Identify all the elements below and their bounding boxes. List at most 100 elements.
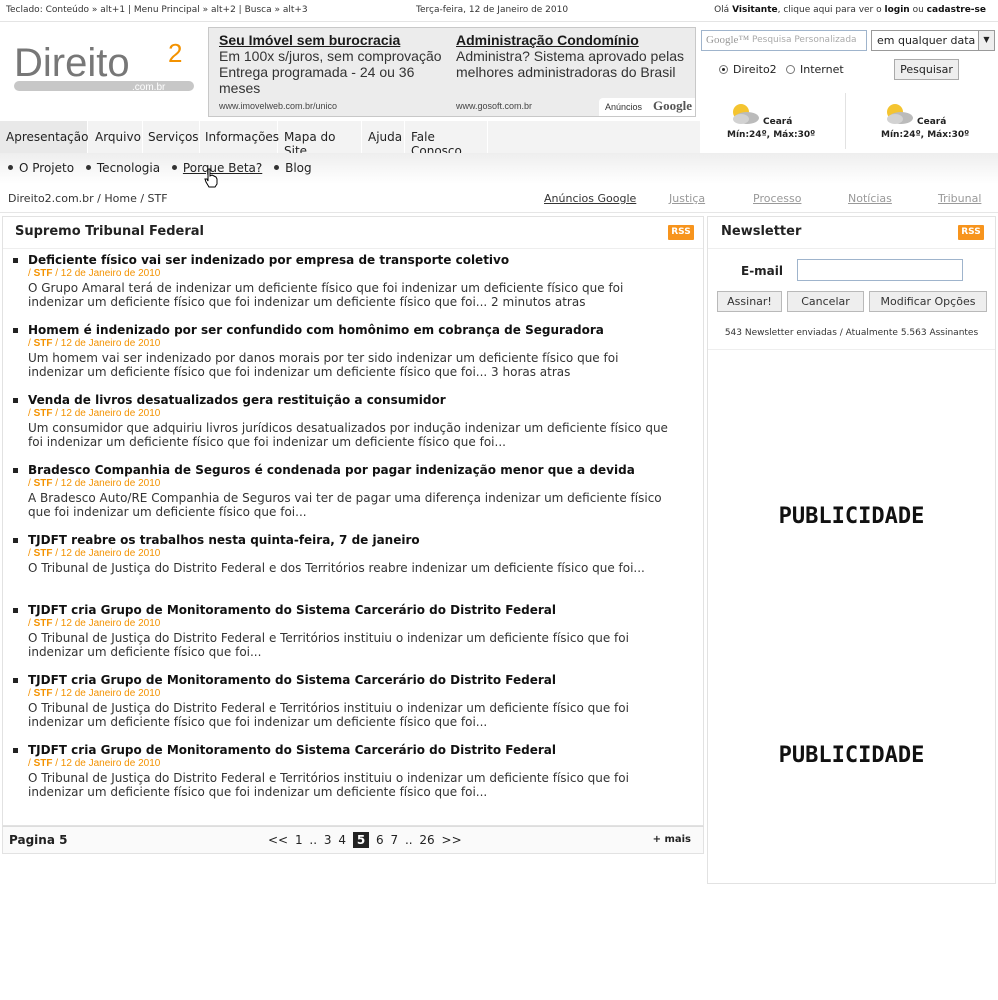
bullet-icon bbox=[13, 748, 18, 753]
modify-options-button[interactable]: Modificar Opções bbox=[869, 291, 987, 312]
news-title[interactable]: TJDFT cria Grupo de Monitoramento do Sis… bbox=[28, 603, 556, 617]
news-title[interactable]: TJDFT cria Grupo de Monitoramento do Sis… bbox=[28, 743, 556, 757]
weather-city: Ceará bbox=[917, 117, 947, 127]
news-title[interactable]: TJDFT cria Grupo de Monitoramento do Sis… bbox=[28, 673, 556, 687]
top-bar: Teclado: Conteúdo » alt+1 | Menu Princip… bbox=[0, 0, 998, 22]
page-link[interactable]: 6 bbox=[376, 833, 384, 847]
nav-item-arquivo[interactable]: Arquivo bbox=[88, 121, 143, 153]
bullet-icon bbox=[13, 538, 18, 543]
news-summary: A Bradesco Auto/RE Companhia de Seguros … bbox=[28, 491, 662, 519]
advertising-slot[interactable]: PUBLICIDADE bbox=[708, 504, 995, 529]
news-title[interactable]: TJDFT reabre os trabalhos nesta quinta-f… bbox=[28, 533, 420, 547]
cancel-button[interactable]: Cancelar bbox=[787, 291, 864, 312]
news-source[interactable]: STF bbox=[34, 338, 53, 349]
bullet-icon bbox=[8, 165, 13, 170]
bullet-icon bbox=[13, 258, 18, 263]
date-filter-select[interactable]: em qualquer data ▼ bbox=[871, 30, 995, 51]
ads-by-google-label[interactable]: Anúncios Google bbox=[599, 98, 695, 116]
ad-title[interactable]: Administração Condomínio bbox=[456, 32, 688, 48]
news-summary: O Grupo Amaral terá de indenizar um defi… bbox=[28, 281, 624, 309]
news-source[interactable]: STF bbox=[34, 758, 53, 769]
page-link[interactable]: 7 bbox=[390, 833, 398, 847]
sub-nav: O Projeto Tecnologia Porque Beta? Blog bbox=[8, 161, 320, 175]
news-panel: Supremo Tribunal Federal RSS Deficiente … bbox=[2, 216, 704, 826]
subnav-item-blog[interactable]: Blog bbox=[274, 161, 312, 175]
tab-tribunal[interactable]: Tribunal bbox=[938, 192, 981, 205]
radio-web[interactable]: Internet bbox=[786, 63, 844, 76]
keyboard-shortcuts[interactable]: Teclado: Conteúdo » alt+1 | Menu Princip… bbox=[6, 5, 308, 15]
news-meta: / STF / 12 de Janeiro de 2010 bbox=[28, 478, 161, 489]
subscribe-button[interactable]: Assinar! bbox=[717, 291, 782, 312]
news-date: 12 de Janeiro de 2010 bbox=[60, 548, 161, 559]
nav-item-ajuda[interactable]: Ajuda bbox=[362, 121, 405, 153]
page-ellipsis: .. bbox=[404, 833, 413, 847]
news-source[interactable]: STF bbox=[34, 478, 53, 489]
news-date: 12 de Janeiro de 2010 bbox=[60, 268, 161, 279]
section-title: Supremo Tribunal Federal bbox=[15, 224, 204, 239]
page-first-link[interactable]: << bbox=[268, 833, 288, 847]
logo-text: Direito bbox=[14, 41, 130, 85]
news-source[interactable]: STF bbox=[34, 548, 53, 559]
divider bbox=[3, 248, 703, 249]
nav-item-servicos[interactable]: Serviços bbox=[143, 121, 200, 153]
ad-title[interactable]: Seu Imóvel sem burocracia bbox=[219, 32, 451, 48]
news-date: 12 de Janeiro de 2010 bbox=[60, 758, 161, 769]
news-date: 12 de Janeiro de 2010 bbox=[60, 688, 161, 699]
subnav-item-projeto[interactable]: O Projeto bbox=[8, 161, 74, 175]
subnav-item-tecnologia[interactable]: Tecnologia bbox=[85, 161, 160, 175]
page-link[interactable]: 4 bbox=[338, 833, 346, 847]
bullet-icon bbox=[13, 608, 18, 613]
nav-item-mapa[interactable]: Mapa do Site bbox=[278, 121, 362, 158]
search-button[interactable]: Pesquisar bbox=[894, 59, 959, 80]
tab-anuncios-google[interactable]: Anúncios Google bbox=[544, 192, 636, 205]
email-field[interactable] bbox=[797, 259, 963, 281]
rss-icon[interactable]: RSS bbox=[668, 225, 694, 240]
more-link[interactable]: + mais bbox=[653, 834, 691, 845]
advertising-slot[interactable]: PUBLICIDADE bbox=[708, 743, 995, 768]
news-source[interactable]: STF bbox=[34, 408, 53, 419]
page-link[interactable]: 26 bbox=[419, 833, 434, 847]
ad-item[interactable]: Seu Imóvel sem burocracia Em 100x s/juro… bbox=[219, 32, 451, 111]
news-title[interactable]: Venda de livros desatualizados gera rest… bbox=[28, 393, 446, 407]
partly-cloudy-icon bbox=[887, 104, 913, 124]
radio-site[interactable]: Direito2 bbox=[719, 63, 777, 76]
login-link[interactable]: login bbox=[885, 5, 910, 15]
weather-temp: Mín:24º, Máx:30º bbox=[727, 130, 816, 140]
news-source[interactable]: STF bbox=[34, 688, 53, 699]
nav-item-informacoes[interactable]: Informações bbox=[200, 121, 279, 153]
tab-processo[interactable]: Processo bbox=[753, 192, 801, 205]
nav-item-fale-conosco[interactable]: Fale Conosco bbox=[405, 121, 488, 158]
news-title[interactable]: Bradesco Companhia de Seguros é condenad… bbox=[28, 463, 635, 477]
page-link[interactable]: 3 bbox=[324, 833, 332, 847]
news-meta: / STF / 12 de Janeiro de 2010 bbox=[28, 338, 161, 349]
news-summary: Um consumidor que adquiriu livros jurídi… bbox=[28, 421, 668, 449]
ad-url[interactable]: www.imovelweb.com.br/unico bbox=[219, 101, 337, 111]
page-label: Pagina 5 bbox=[9, 833, 68, 847]
page-link[interactable]: 1 bbox=[295, 833, 303, 847]
signup-link[interactable]: cadastre-se bbox=[927, 5, 986, 15]
radio-unchecked-icon[interactable] bbox=[786, 65, 795, 74]
ad-url[interactable]: www.gosoft.com.br bbox=[456, 101, 532, 111]
newsletter-stats: 543 Newsletter enviadas / Atualmente 5.5… bbox=[724, 328, 979, 338]
weather-temp: Mín:24º, Máx:30º bbox=[881, 130, 970, 140]
news-source[interactable]: STF bbox=[34, 618, 53, 629]
news-title[interactable]: Homem é indenizado por ser confundido co… bbox=[28, 323, 604, 337]
news-date: 12 de Janeiro de 2010 bbox=[60, 408, 161, 419]
rss-icon[interactable]: RSS bbox=[958, 225, 984, 240]
news-meta: / STF / 12 de Janeiro de 2010 bbox=[28, 758, 161, 769]
radio-checked-icon[interactable] bbox=[719, 65, 728, 74]
breadcrumb[interactable]: Direito2.com.br / Home / STF bbox=[8, 192, 168, 205]
divider bbox=[708, 248, 995, 249]
nav-item-apresentacao[interactable]: Apresentação bbox=[0, 121, 88, 153]
site-logo[interactable]: Direito 2 .com.br bbox=[14, 38, 204, 102]
ad-item[interactable]: Administração Condomínio Administra? Sis… bbox=[456, 32, 688, 111]
news-title[interactable]: Deficiente físico vai ser indenizado por… bbox=[28, 253, 509, 267]
chevron-down-icon[interactable]: ▼ bbox=[978, 31, 994, 50]
search-input[interactable]: Google™ Pesquisa Personalizada bbox=[701, 30, 867, 51]
bullet-icon bbox=[85, 165, 91, 170]
page-last-link[interactable]: >> bbox=[442, 833, 462, 847]
news-source[interactable]: STF bbox=[34, 268, 53, 279]
tab-justica[interactable]: Justiça bbox=[669, 192, 705, 205]
tab-noticias[interactable]: Notícias bbox=[848, 192, 892, 205]
google-ads-banner: Seu Imóvel sem burocracia Em 100x s/juro… bbox=[208, 27, 696, 117]
